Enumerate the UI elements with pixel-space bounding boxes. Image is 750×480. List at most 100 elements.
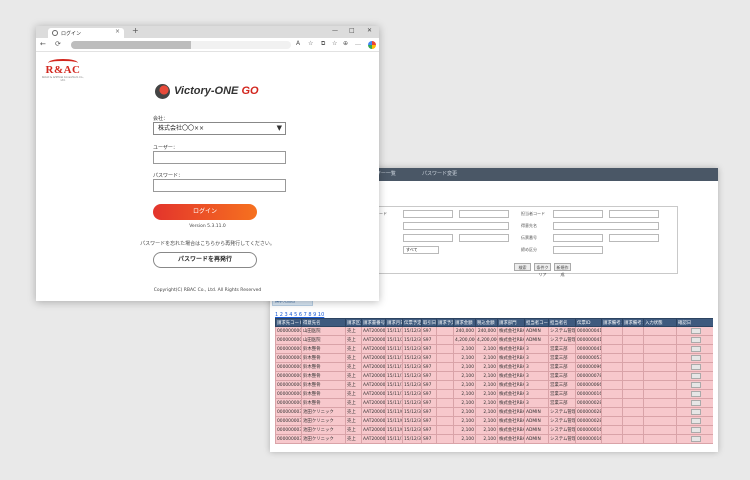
favorites-list-icon[interactable]: ☆: [332, 40, 337, 47]
table-cell: 2,100: [475, 371, 498, 381]
table-row[interactable]: 0000000004鈴木整骨売上AAT200000315/11/1015/12/…: [275, 344, 713, 354]
clear-button[interactable]: 条件クリア: [534, 263, 551, 277]
reload-icon[interactable]: ⟳: [55, 40, 61, 48]
table-cell: S97: [421, 353, 437, 363]
nav-item-password-change[interactable]: パスワード変更: [422, 170, 457, 177]
table-cell: 3: [524, 398, 549, 408]
profile-icon[interactable]: [368, 41, 376, 49]
table-cell: 0000000160: [575, 389, 602, 399]
table-cell: 池田クリニック: [301, 416, 346, 426]
user-label: ユーザー：: [153, 145, 178, 151]
table-row[interactable]: 0000000036池田クリニック売上AAT200000415/11/0515/…: [275, 416, 713, 426]
filter-input[interactable]: [553, 246, 603, 254]
row-confirm-button[interactable]: [690, 400, 701, 406]
search-button[interactable]: 検索: [514, 263, 531, 271]
table-row[interactable]: 0000000036池田クリニック売上AAT200000415/11/0515/…: [275, 407, 713, 417]
filter-input[interactable]: [553, 234, 603, 242]
table-cell: [643, 425, 677, 435]
url-input[interactable]: [71, 41, 291, 49]
table-cell: AAT2000002: [361, 335, 386, 345]
company-select[interactable]: 株式会社〇〇×× ▼: [153, 122, 286, 135]
filter-input[interactable]: [403, 222, 509, 230]
table-cell: 売上: [345, 344, 362, 354]
table-cell: 売上: [345, 389, 362, 399]
table-row[interactable]: 0000000002山田医院売上AAT200000115/11/1015/12/…: [275, 326, 713, 336]
row-action-cell: [676, 380, 713, 390]
company-logo: R&AC Robot & Artificial Consortium Co., …: [42, 58, 84, 82]
table-row[interactable]: 0000000004鈴木整骨売上AAT200000315/11/1015/12/…: [275, 353, 713, 363]
close-icon[interactable]: ×: [115, 28, 120, 35]
row-confirm-button[interactable]: [690, 418, 701, 424]
tab-login[interactable]: ログイン ×: [48, 28, 124, 38]
table-row[interactable]: 0000000036池田クリニック売上AAT200000415/11/0515/…: [275, 425, 713, 435]
minimize-button[interactable]: —: [332, 27, 338, 34]
table-row[interactable]: 0000000004鈴木整骨売上AAT200000315/11/1015/12/…: [275, 389, 713, 399]
table-row[interactable]: 0000000004鈴木整骨売上AAT200000315/11/1015/12/…: [275, 398, 713, 408]
filter-input[interactable]: [459, 210, 509, 218]
row-confirm-button[interactable]: [690, 391, 701, 397]
favorite-icon[interactable]: ☆: [308, 40, 313, 47]
table-cell: [436, 344, 454, 354]
row-action-cell: [676, 326, 713, 336]
row-confirm-button[interactable]: [690, 328, 701, 334]
table-cell: 0000000287: [575, 416, 602, 426]
filter-input[interactable]: [609, 210, 659, 218]
table-cell: 4,200,000: [453, 335, 476, 345]
login-button[interactable]: ログイン: [153, 204, 257, 220]
password-input[interactable]: [153, 179, 286, 192]
table-cell: 0000000004: [275, 353, 302, 363]
new-tab-button[interactable]: +: [132, 26, 139, 35]
table-cell: 15/11/10: [385, 389, 403, 399]
password-reset-note: パスワードを忘れた場合はこちらから再発行してください。: [140, 241, 275, 247]
table-row[interactable]: 0000000004鈴木整骨売上AAT200000315/11/1015/12/…: [275, 362, 713, 372]
table-cell: 2,100: [475, 380, 498, 390]
table-cell: 2,100: [475, 434, 498, 444]
table-cell: [436, 416, 454, 426]
table-cell: 山田医院: [301, 335, 346, 345]
table-cell: 15/12/31: [402, 398, 422, 408]
table-cell: 3: [524, 362, 549, 372]
table-cell: 0000000285: [575, 398, 602, 408]
table-row[interactable]: 0000000036池田クリニック売上AAT200000515/11/1515/…: [275, 434, 713, 444]
row-confirm-button[interactable]: [690, 355, 701, 361]
table-cell: 株式会社RBAC: [497, 335, 525, 345]
table-cell: 鈴木整骨: [301, 371, 346, 381]
row-confirm-button[interactable]: [690, 409, 701, 415]
row-confirm-button[interactable]: [690, 373, 701, 379]
row-confirm-button[interactable]: [690, 382, 701, 388]
table-cell: 2,100: [453, 407, 476, 417]
table-row[interactable]: 0000000004鈴木整骨売上AAT200000315/11/1015/12/…: [275, 371, 713, 381]
split-screen-icon[interactable]: ⧉: [321, 40, 325, 48]
filter-input[interactable]: [609, 234, 659, 242]
maximize-button[interactable]: □: [349, 27, 355, 34]
row-confirm-button[interactable]: [690, 346, 701, 352]
create-button[interactable]: 新規作成: [554, 263, 571, 277]
table-cell: 営業三部: [548, 398, 576, 408]
read-aloud-icon[interactable]: A: [296, 40, 300, 47]
filter-select[interactable]: すべて: [403, 246, 439, 254]
table-row[interactable]: 0000000004鈴木整骨売上AAT200000315/11/1015/12/…: [275, 380, 713, 390]
back-arrow-icon[interactable]: ←: [40, 40, 46, 48]
password-reset-button[interactable]: パスワードを再発行: [153, 252, 257, 268]
table-cell: [622, 326, 644, 336]
extensions-icon[interactable]: ⊕: [343, 40, 348, 47]
filter-input[interactable]: [553, 210, 603, 218]
column-header: 請求先コード: [275, 318, 302, 327]
row-confirm-button[interactable]: [690, 436, 701, 442]
user-input[interactable]: [153, 151, 286, 164]
window-close-button[interactable]: ✕: [367, 27, 372, 34]
row-confirm-button[interactable]: [690, 364, 701, 370]
column-header: 税込金額: [475, 318, 498, 327]
filter-input[interactable]: [403, 234, 453, 242]
row-confirm-button[interactable]: [690, 427, 701, 433]
filter-input[interactable]: [459, 234, 509, 242]
row-confirm-button[interactable]: [690, 337, 701, 343]
table-row[interactable]: 0000000002山田医院売上AAT200000215/11/2015/12/…: [275, 335, 713, 345]
menu-icon[interactable]: …: [355, 40, 361, 47]
table-cell: S97: [421, 335, 437, 345]
filter-input[interactable]: [553, 222, 659, 230]
table-cell: [601, 407, 623, 417]
table-cell: 0000000036: [275, 407, 302, 417]
table-cell: S97: [421, 398, 437, 408]
filter-input[interactable]: [403, 210, 453, 218]
